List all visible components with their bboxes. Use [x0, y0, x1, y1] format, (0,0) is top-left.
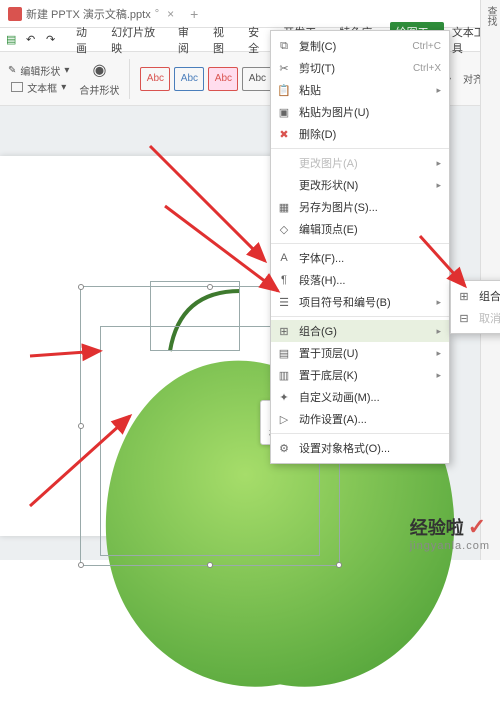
redo-icon[interactable]: ↷	[46, 33, 60, 47]
style-preset-2[interactable]: Abc	[174, 67, 204, 91]
save-img-icon: ▦	[277, 200, 291, 214]
ctx-paste-img[interactable]: ▣粘贴为图片(U)	[271, 101, 449, 123]
combine-icon: ◉	[92, 60, 106, 80]
cut-icon: ✂	[277, 61, 291, 75]
paragraph-icon: ¶	[277, 273, 291, 287]
menu-view[interactable]: 视图	[207, 22, 240, 58]
quick-access: ▤ ↶ ↷	[6, 33, 68, 47]
ctx-anim[interactable]: ✦自定义动画(M)...	[271, 386, 449, 408]
tool-edit-shape[interactable]: ✎编辑形状▾ 文本框▾	[8, 63, 69, 95]
copy-icon: ⧉	[277, 39, 291, 53]
ctx-font[interactable]: A字体(F)...	[271, 247, 449, 269]
paste-img-icon: ▣	[277, 105, 291, 119]
sub-group[interactable]: ⊞组合(G)	[451, 285, 500, 307]
ctx-delete[interactable]: ✖删除(D)	[271, 123, 449, 145]
watermark: 经验啦✓ jingyanla.com	[410, 514, 490, 552]
ctx-change-img: 更改图片(A)▸	[271, 152, 449, 174]
group-submenu: ⊞组合(G) ⊟取消组合(U)	[450, 280, 500, 334]
style-preset-1[interactable]: Abc	[140, 67, 170, 91]
edit-points-icon: ◇	[277, 222, 291, 236]
bullets-icon: ☰	[277, 295, 291, 309]
ctx-bring-front[interactable]: ▤置于顶层(U)▸	[271, 342, 449, 364]
undo-icon[interactable]: ↶	[26, 33, 40, 47]
ctx-bullets[interactable]: ☰项目符号和编号(B)▸	[271, 291, 449, 313]
paste-icon: 📋	[277, 83, 291, 97]
ctx-send-back[interactable]: ▥置于底层(K)▸	[271, 364, 449, 386]
group-icon: ⊞	[277, 324, 291, 338]
anim-icon: ✦	[277, 390, 291, 404]
font-icon: A	[277, 251, 291, 265]
ctx-paragraph[interactable]: ¶段落(H)...	[271, 269, 449, 291]
chevron-down-icon: ▾	[61, 82, 66, 93]
watermark-url: jingyanla.com	[410, 540, 490, 552]
selection-box-stem[interactable]	[150, 281, 240, 351]
add-tab-button[interactable]: +	[182, 6, 206, 22]
ctx-change-shape[interactable]: 更改形状(N)▸	[271, 174, 449, 196]
shape-styles: Abc Abc Abc Abc	[140, 67, 272, 91]
textbox-icon	[11, 82, 23, 92]
close-icon[interactable]: ×	[167, 7, 174, 21]
menu-slideshow[interactable]: 幻灯片放映	[105, 22, 170, 58]
watermark-text: 经验啦	[410, 514, 464, 540]
edit-shape-icon: ✎	[8, 65, 16, 76]
ctx-copy[interactable]: ⧉复制(C)Ctrl+C	[271, 35, 449, 57]
ctx-format[interactable]: ⚙设置对象格式(O)...	[271, 437, 449, 459]
ctx-group[interactable]: ⊞组合(G)▸	[271, 320, 449, 342]
side-tab-find[interactable]: 查找	[481, 0, 500, 32]
style-preset-3[interactable]: Abc	[208, 67, 238, 91]
ctx-cut[interactable]: ✂剪切(T)Ctrl+X	[271, 57, 449, 79]
menu-review[interactable]: 审阅	[172, 22, 205, 58]
tab-modified-icon: °	[155, 8, 159, 20]
delete-icon: ✖	[277, 127, 291, 141]
check-icon: ✓	[468, 514, 486, 540]
ungroup-icon: ⊟	[457, 311, 471, 325]
ctx-action[interactable]: ▷动作设置(A)...	[271, 408, 449, 430]
divider	[129, 59, 130, 99]
format-icon: ⚙	[277, 441, 291, 455]
ctx-edit-points[interactable]: ◇编辑顶点(E)	[271, 218, 449, 240]
save-icon[interactable]: ▤	[6, 33, 20, 47]
ctx-save-img[interactable]: ▦另存为图片(S)...	[271, 196, 449, 218]
context-menu: ⧉复制(C)Ctrl+C ✂剪切(T)Ctrl+X 📋粘贴▸ ▣粘贴为图片(U)…	[270, 30, 450, 464]
group-icon: ⊞	[457, 289, 471, 303]
send-back-icon: ▥	[277, 368, 291, 382]
tool-combine[interactable]: ◉ 合并形状	[79, 60, 119, 97]
chevron-down-icon: ▾	[64, 65, 69, 76]
ctx-paste[interactable]: 📋粘贴▸	[271, 79, 449, 101]
pptx-icon	[8, 7, 22, 21]
bring-front-icon: ▤	[277, 346, 291, 360]
menu-anim[interactable]: 动画	[70, 22, 103, 58]
tab-title: 新建 PPTX 演示文稿.pptx	[26, 6, 151, 22]
sub-ungroup: ⊟取消组合(U)	[451, 307, 500, 329]
style-preset-4[interactable]: Abc	[242, 67, 272, 91]
action-icon: ▷	[277, 412, 291, 426]
